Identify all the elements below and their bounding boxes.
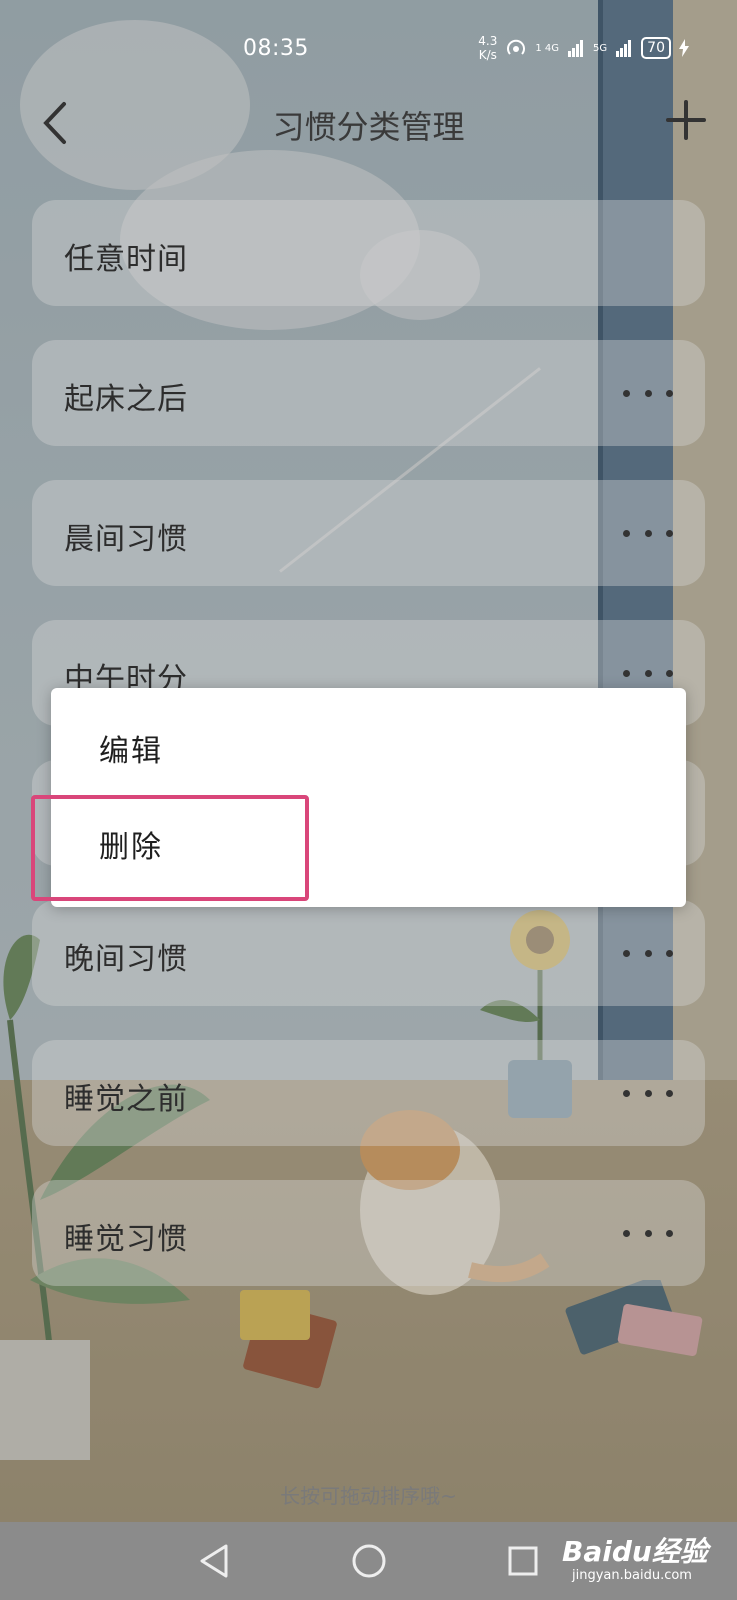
signal-bars-icon	[616, 40, 632, 57]
category-card[interactable]: 晨间习惯	[32, 480, 705, 586]
more-options-icon[interactable]	[623, 938, 673, 968]
app-header: 习惯分类管理	[0, 90, 737, 160]
home-circle-icon[interactable]	[344, 1536, 394, 1586]
back-triangle-icon[interactable]	[190, 1536, 240, 1586]
category-label: 睡觉之前	[64, 1082, 188, 1117]
plus-icon[interactable]	[664, 98, 708, 142]
more-options-icon[interactable]	[623, 518, 673, 548]
edit-menu-item[interactable]: 编辑	[51, 696, 686, 792]
category-label: 晚间习惯	[64, 942, 188, 977]
status-time: 08:35	[243, 36, 309, 61]
category-card[interactable]: 起床之后	[32, 340, 705, 446]
signal-label-1: 1 4G	[535, 42, 560, 54]
category-label: 晨间习惯	[64, 522, 188, 557]
more-options-icon[interactable]	[623, 1078, 673, 1108]
more-options-icon[interactable]	[623, 378, 673, 408]
network-speed-value: 4.3	[478, 34, 498, 48]
status-bar: 08:35 4.3 K/s 1 4G 5G 70	[0, 0, 737, 100]
battery-icon: 70	[641, 37, 671, 59]
hotspot-icon	[507, 39, 526, 55]
more-options-icon[interactable]	[623, 1218, 673, 1248]
baidu-watermark: Baidu经验 jingyan.baidu.com	[562, 1526, 722, 1588]
category-card[interactable]: 睡觉之前	[32, 1040, 705, 1146]
network-speed-unit: K/s	[478, 48, 497, 62]
signal-bars-icon	[568, 40, 584, 57]
network-speed: 4.3 K/s	[478, 34, 497, 62]
more-options-icon[interactable]	[623, 658, 673, 688]
watermark-sub: jingyan.baidu.com	[572, 1568, 692, 1583]
watermark-main: Baidu经验	[562, 1535, 708, 1568]
category-label: 任意时间	[64, 242, 188, 277]
category-label: 睡觉习惯	[64, 1222, 188, 1257]
category-card[interactable]: 任意时间	[32, 200, 705, 306]
page-title: 习惯分类管理	[272, 108, 465, 146]
charging-icon	[679, 39, 689, 57]
status-icons: 4.3 K/s 1 4G 5G 70	[478, 34, 689, 62]
edit-label: 编辑	[99, 734, 163, 769]
drag-sort-hint: 长按可拖动排序哦~	[280, 1484, 457, 1508]
category-card[interactable]: 睡觉习惯	[32, 1180, 705, 1286]
category-label: 起床之后	[64, 382, 188, 417]
signal-label-2: 5G	[593, 42, 608, 54]
recents-square-icon[interactable]	[498, 1536, 548, 1586]
category-card[interactable]: 晚间习惯	[32, 900, 705, 1006]
delete-highlight-box	[31, 795, 309, 901]
